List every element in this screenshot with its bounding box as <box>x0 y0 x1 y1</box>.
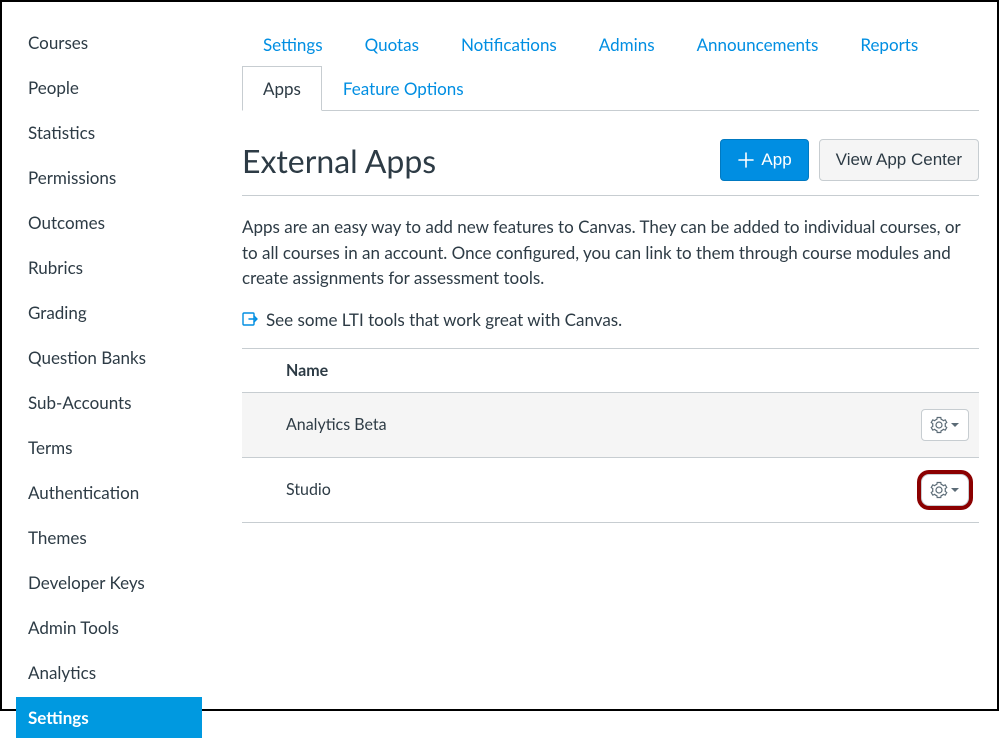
external-link-icon <box>242 311 260 327</box>
gear-icon <box>930 416 948 434</box>
table-row: Analytics Beta <box>242 393 979 458</box>
sidebar-item-outcomes[interactable]: Outcomes <box>16 202 202 243</box>
description-text: Apps are an easy way to add new features… <box>242 214 979 291</box>
main-content: Settings Quotas Notifications Admins Ann… <box>202 2 997 709</box>
table-row: Studio <box>242 458 979 523</box>
app-settings-button[interactable] <box>921 409 969 441</box>
table-header: Name <box>242 349 979 393</box>
apps-table: Name Analytics Beta Studio <box>242 348 979 523</box>
sidebar-item-question-banks[interactable]: Question Banks <box>16 337 202 378</box>
lti-link-text: See some LTI tools that work great with … <box>266 309 622 330</box>
tab-quotas[interactable]: Quotas <box>344 22 440 67</box>
sidebar: Courses People Statistics Permissions Ou… <box>2 2 202 709</box>
sidebar-item-admin-tools[interactable]: Admin Tools <box>16 607 202 648</box>
header-actions: App View App Center <box>720 139 979 181</box>
sidebar-item-authentication[interactable]: Authentication <box>16 472 202 513</box>
view-app-center-button[interactable]: View App Center <box>819 139 979 181</box>
sidebar-item-grading[interactable]: Grading <box>16 292 202 333</box>
app-settings-button[interactable] <box>921 474 969 506</box>
caret-down-icon <box>950 485 960 495</box>
tab-settings[interactable]: Settings <box>242 22 344 67</box>
sidebar-item-permissions[interactable]: Permissions <box>16 157 202 198</box>
sidebar-item-rubrics[interactable]: Rubrics <box>16 247 202 288</box>
tab-announcements[interactable]: Announcements <box>676 22 840 67</box>
plus-icon <box>737 151 755 169</box>
app-name: Studio <box>286 480 331 499</box>
sidebar-item-themes[interactable]: Themes <box>16 517 202 558</box>
gear-icon <box>930 481 948 499</box>
tab-admins[interactable]: Admins <box>578 22 676 67</box>
sidebar-item-people[interactable]: People <box>16 67 202 108</box>
sidebar-item-courses[interactable]: Courses <box>16 22 202 63</box>
app-name: Analytics Beta <box>286 415 387 434</box>
caret-down-icon <box>950 420 960 430</box>
sidebar-item-developer-keys[interactable]: Developer Keys <box>16 562 202 603</box>
tab-notifications[interactable]: Notifications <box>440 22 578 67</box>
lti-tools-link[interactable]: See some LTI tools that work great with … <box>242 309 979 330</box>
sidebar-item-settings[interactable]: Settings <box>16 697 202 738</box>
tabs: Settings Quotas Notifications Admins Ann… <box>242 22 979 111</box>
tab-apps[interactable]: Apps <box>242 66 322 111</box>
sidebar-item-sub-accounts[interactable]: Sub-Accounts <box>16 382 202 423</box>
tab-feature-options[interactable]: Feature Options <box>322 66 485 111</box>
sidebar-item-analytics[interactable]: Analytics <box>16 652 202 693</box>
add-app-label: App <box>761 150 791 170</box>
sidebar-item-statistics[interactable]: Statistics <box>16 112 202 153</box>
page-title: External Apps <box>242 141 436 180</box>
column-name: Name <box>286 361 328 380</box>
page-header: External Apps App View App Center <box>242 139 979 196</box>
tab-reports[interactable]: Reports <box>839 22 939 67</box>
sidebar-item-terms[interactable]: Terms <box>16 427 202 468</box>
add-app-button[interactable]: App <box>720 139 808 181</box>
